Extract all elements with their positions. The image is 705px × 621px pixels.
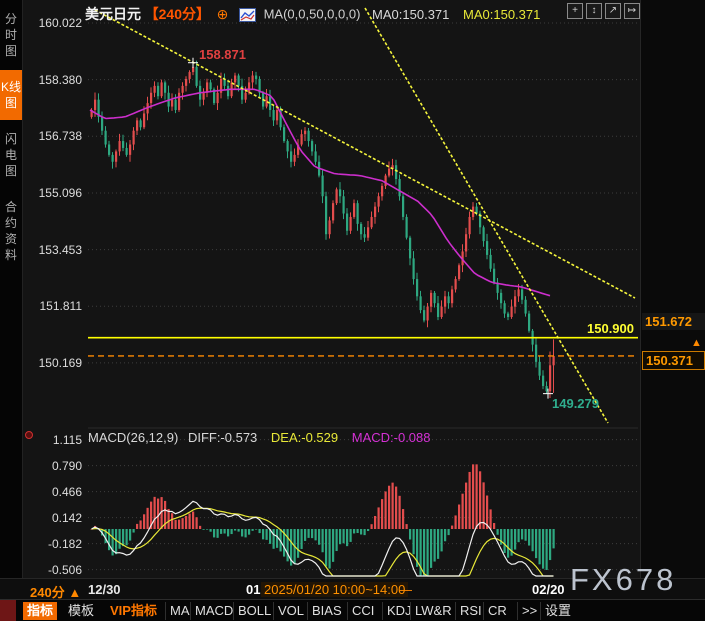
candles-layer [91,61,555,398]
price-axis-label-left: 158.380 [26,73,82,87]
gridlines-layer [88,23,638,570]
chart-header: 美元日元 【240分】 ⊕ MA(0,0,50,0,0,0) MA0:150.3… [85,4,540,22]
trendline-2 [365,8,608,423]
toolbar-item-VOL[interactable]: VOL [273,602,308,620]
add-indicator-icon[interactable]: ⊕ [217,6,229,22]
corner-button[interactable] [0,600,16,621]
price-axis-label-left: 155.096 [26,186,82,200]
macd-axis-label-left: -0.182 [26,537,82,551]
date-tick-end: 02/20 [532,582,565,597]
toolbar-item-[interactable]: 设置 [540,602,575,620]
price-up-arrow-icon: ▲ [691,337,702,349]
macd-axis-label-left: 0.142 [26,511,82,525]
toolbar-item-VIP[interactable]: VIP指标 [106,602,161,620]
trendline-1 [95,10,635,298]
toolbar-item-BIAS[interactable]: BIAS [307,602,346,620]
right-price-panel: 151.672 150.371 ▲ [640,0,705,578]
macd-diff-value: DIFF:-0.573 [188,430,257,445]
macd-hist-value: MACD:-0.088 [352,430,431,445]
month-tick: 01 [246,582,260,597]
macd-layer [91,464,555,576]
toolbar-item-CR[interactable]: CR [483,602,511,620]
move-icon[interactable]: + [567,3,583,19]
price-axis-label-left: 150.169 [26,356,82,370]
symbol-name: 美元日元 [85,6,141,22]
macd-axis-label-left: -0.506 [26,563,82,577]
tab-flash-chart[interactable]: 闪电图 [0,122,22,188]
tab-contract-info[interactable]: 合约资料 [0,190,22,272]
price-axis-label-left: 156.738 [26,129,82,143]
scale-horizontal-icon[interactable]: ↦ [624,3,640,19]
peak-price-annotation: 158.871 [199,47,246,62]
toolbar-item-[interactable]: 模板 [64,602,98,620]
toolbar-item-[interactable]: 指标 [23,602,57,620]
macd-dea-value: DEA:-0.529 [271,430,338,445]
period-label: 【240分】 [145,6,210,22]
toolbar-item-RSI[interactable]: RSI [455,602,486,620]
triangle-up-icon: ▲ [68,585,81,600]
chart-type-icon[interactable] [239,8,256,22]
indicator-toolbar: 指标模板VIP指标MAMACDBOLLVOLBIASCCIKDJLW&RRSIC… [0,599,705,621]
toolbar-item-CCI[interactable]: CCI [347,602,378,620]
ma0-value: MA0:150.371 [372,7,449,22]
price-axis-label-left: 153.453 [26,243,82,257]
current-price-badge: 150.371 [642,351,705,370]
indicator-marker-dot [25,431,33,439]
macd-axis-label-left: 0.466 [26,485,82,499]
macd-axis-label-left: 1.115 [26,433,82,447]
toolbar-item-[interactable]: >> [517,602,541,620]
toolbar-item-MACD[interactable]: MACD [190,602,237,620]
tab-time-share-chart[interactable]: 分时图 [0,2,22,68]
time-dash: — [399,582,412,597]
window-toolbar: +↕↗↦ [567,3,640,19]
date-tick-start: 12/30 [88,582,121,597]
price-label-secondary: 151.672 [642,313,705,330]
watermark-logo: FX678 [570,562,676,598]
toolbar-item-BOLL[interactable]: BOLL [233,602,275,620]
resistance-line-label: 150.900 [560,321,634,336]
ma-settings-label: MA(0,0,50,0,0,0) [264,7,361,22]
sidebar: 分时图K线图闪电图合约资料 [0,0,23,578]
low-price-annotation: 149.279 [552,396,599,411]
selected-bar-time: 2025/01/20 10:00~14:00 [261,582,408,597]
candlestick-chart[interactable] [88,0,640,578]
tab-candlestick-chart[interactable]: K线图 [0,70,22,120]
toolbar-item-LWR[interactable]: LW&R [410,602,456,620]
price-axis-label-left: 160.022 [26,16,82,30]
scale-diagonal-icon[interactable]: ↗ [605,3,621,19]
price-axis-label-left: 151.811 [26,299,82,313]
ma0-value-highlight: MA0:150.371 [463,7,540,22]
macd-axis-label-left: 0.790 [26,459,82,473]
macd-header: MACD(26,12,9) DIFF:-0.573 DEA:-0.529 MAC… [88,430,431,445]
macd-title: MACD(26,12,9) [88,430,178,445]
scale-vertical-icon[interactable]: ↕ [586,3,602,19]
trading-app-window: 分时图K线图闪电图合约资料 美元日元 【240分】 ⊕ MA(0,0,50,0,… [0,0,705,621]
